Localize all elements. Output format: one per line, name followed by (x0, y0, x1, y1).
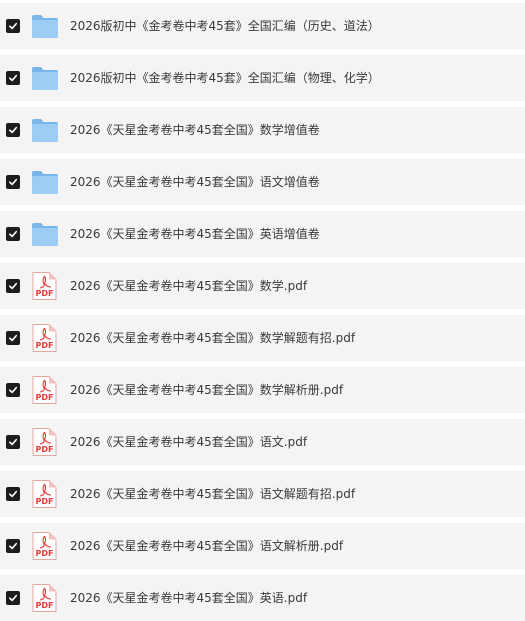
file-checkbox[interactable] (6, 71, 20, 85)
file-row[interactable]: PDF 2026《天星金考卷中考45套全国》数学.pdf (0, 263, 525, 309)
file-checkbox[interactable] (6, 383, 20, 397)
checkmark-icon (9, 542, 18, 550)
file-row[interactable]: PDF 2026《天星金考卷中考45套全国》语文解析册.pdf (0, 523, 525, 569)
folder-icon (30, 219, 60, 249)
pdf-file-icon: PDF (30, 583, 60, 613)
checkmark-icon (9, 126, 18, 134)
file-name[interactable]: 2026《天星金考卷中考45套全国》英语.pdf (70, 575, 307, 621)
file-checkbox[interactable] (6, 19, 20, 33)
file-row[interactable]: PDF 2026《天星金考卷中考45套全国》数学解析册.pdf (0, 367, 525, 413)
pdf-file-icon: PDF (30, 427, 60, 457)
file-row[interactable]: PDF 2026《天星金考卷中考45套全国》英语.pdf (0, 575, 525, 621)
file-name[interactable]: 2026《天星金考卷中考45套全国》数学.pdf (70, 263, 307, 309)
pdf-file-icon: PDF (30, 479, 60, 509)
file-row[interactable]: PDF 2026《天星金考卷中考45套全国》语文.pdf (0, 419, 525, 465)
folder-icon (30, 115, 60, 145)
pdf-label: PDF (36, 289, 54, 298)
file-row[interactable]: 2026《天星金考卷中考45套全国》语文增值卷 (0, 159, 525, 205)
checkmark-icon (9, 22, 18, 30)
pdf-label: PDF (36, 393, 54, 402)
file-list: 2026版初中《金考卷中考45套》全国汇编（历史、道法） 2026版初中《金考卷中… (0, 0, 525, 621)
pdf-label: PDF (36, 549, 54, 558)
file-checkbox[interactable] (6, 279, 20, 293)
checkmark-icon (9, 282, 18, 290)
folder-icon (30, 63, 60, 93)
file-checkbox[interactable] (6, 487, 20, 501)
checkmark-icon (9, 438, 18, 446)
checkmark-icon (9, 594, 18, 602)
pdf-label: PDF (36, 497, 54, 506)
folder-icon (30, 11, 60, 41)
file-name[interactable]: 2026《天星金考卷中考45套全国》语文解析册.pdf (70, 523, 343, 569)
file-row[interactable]: PDF 2026《天星金考卷中考45套全国》语文解题有招.pdf (0, 471, 525, 517)
checkmark-icon (9, 74, 18, 82)
pdf-label: PDF (36, 341, 54, 350)
file-name[interactable]: 2026《天星金考卷中考45套全国》数学增值卷 (70, 107, 320, 153)
checkmark-icon (9, 490, 18, 498)
file-name[interactable]: 2026《天星金考卷中考45套全国》语文解题有招.pdf (70, 471, 355, 517)
file-checkbox[interactable] (6, 175, 20, 189)
file-name[interactable]: 2026版初中《金考卷中考45套》全国汇编（物理、化学） (70, 55, 380, 101)
checkmark-icon (9, 386, 18, 394)
file-name[interactable]: 2026《天星金考卷中考45套全国》数学解题有招.pdf (70, 315, 355, 361)
file-checkbox[interactable] (6, 227, 20, 241)
pdf-file-icon: PDF (30, 375, 60, 405)
file-row[interactable]: 2026《天星金考卷中考45套全国》英语增值卷 (0, 211, 525, 257)
file-row[interactable]: PDF 2026《天星金考卷中考45套全国》数学解题有招.pdf (0, 315, 525, 361)
file-checkbox[interactable] (6, 331, 20, 345)
pdf-file-icon: PDF (30, 271, 60, 301)
pdf-file-icon: PDF (30, 323, 60, 353)
file-name[interactable]: 2026《天星金考卷中考45套全国》语文增值卷 (70, 159, 320, 205)
folder-icon (30, 167, 60, 197)
file-row[interactable]: 2026版初中《金考卷中考45套》全国汇编（历史、道法） (0, 3, 525, 49)
file-checkbox[interactable] (6, 591, 20, 605)
file-row[interactable]: 2026版初中《金考卷中考45套》全国汇编（物理、化学） (0, 55, 525, 101)
file-row[interactable]: 2026《天星金考卷中考45套全国》数学增值卷 (0, 107, 525, 153)
checkmark-icon (9, 334, 18, 342)
checkmark-icon (9, 230, 18, 238)
pdf-label: PDF (36, 445, 54, 454)
checkmark-icon (9, 178, 18, 186)
file-checkbox[interactable] (6, 435, 20, 449)
file-name[interactable]: 2026《天星金考卷中考45套全国》语文.pdf (70, 419, 307, 465)
file-checkbox[interactable] (6, 539, 20, 553)
pdf-label: PDF (36, 601, 54, 610)
pdf-file-icon: PDF (30, 531, 60, 561)
file-name[interactable]: 2026《天星金考卷中考45套全国》数学解析册.pdf (70, 367, 343, 413)
file-name[interactable]: 2026版初中《金考卷中考45套》全国汇编（历史、道法） (70, 3, 380, 49)
file-name[interactable]: 2026《天星金考卷中考45套全国》英语增值卷 (70, 211, 320, 257)
file-checkbox[interactable] (6, 123, 20, 137)
